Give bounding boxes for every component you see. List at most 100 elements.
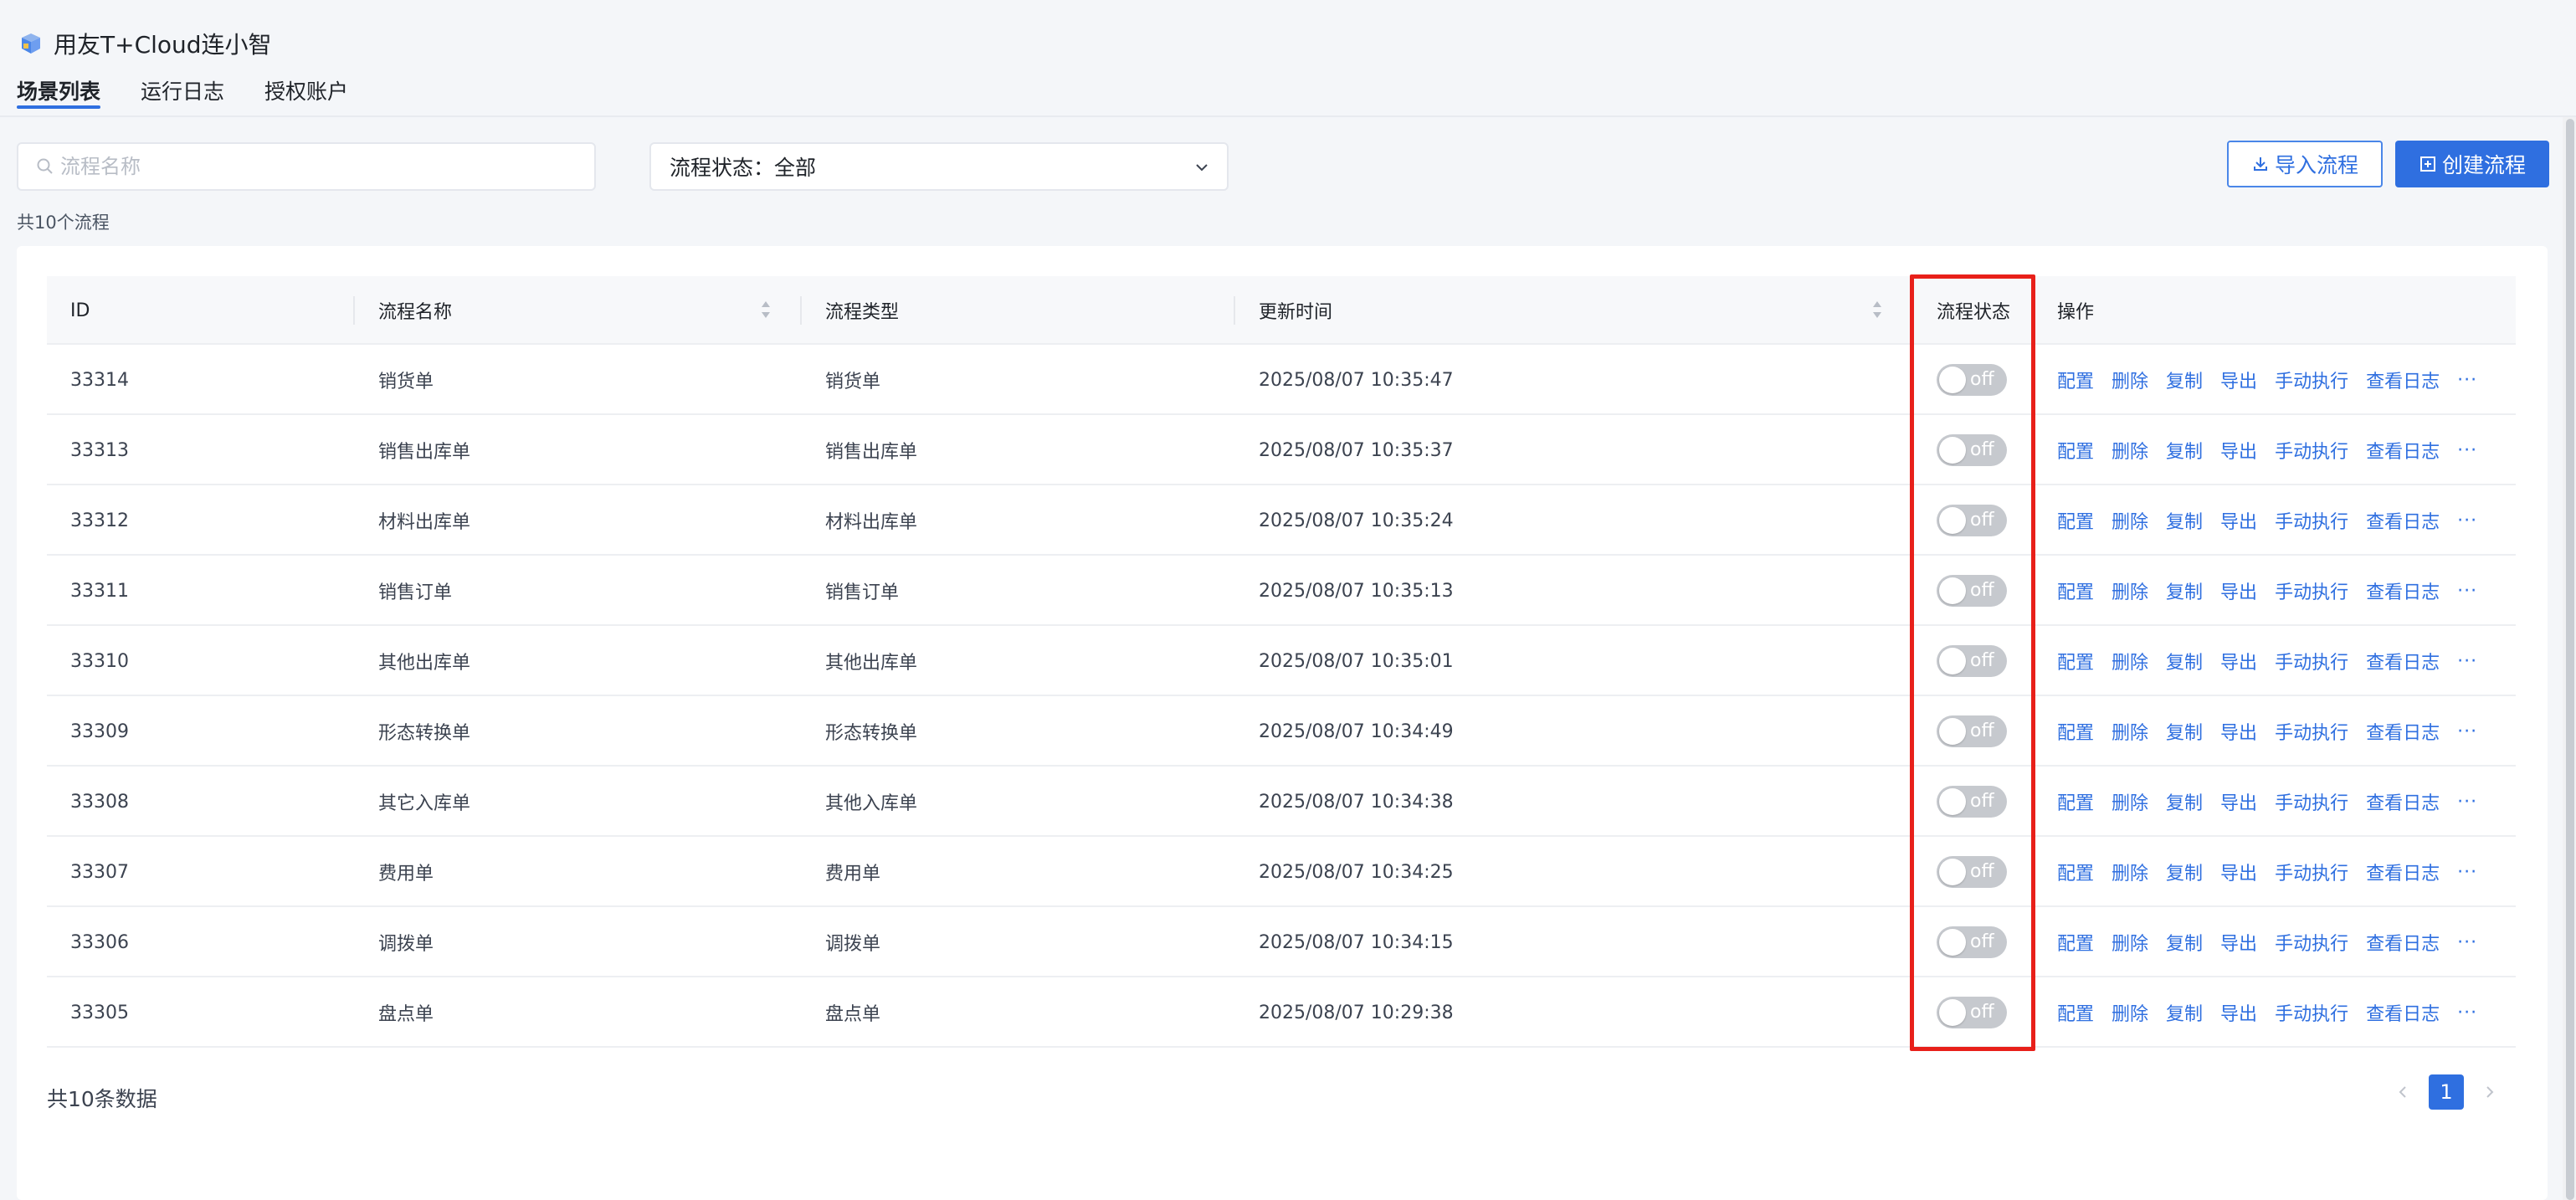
run-manually-action[interactable]: 手动执行 <box>2275 577 2348 604</box>
more-actions-button[interactable]: ··· <box>2457 1003 2477 1023</box>
config-action[interactable]: 配置 <box>2057 577 2094 604</box>
more-actions-button[interactable]: ··· <box>2457 862 2477 883</box>
more-actions-button[interactable]: ··· <box>2457 651 2477 672</box>
delete-action[interactable]: 删除 <box>2112 648 2148 674</box>
copy-action[interactable]: 复制 <box>2166 367 2203 393</box>
export-action[interactable]: 导出 <box>2220 507 2257 534</box>
row-actions: 配置 删除 复制 导出 手动执行 查看日志 ··· <box>2057 345 2495 415</box>
config-action[interactable]: 配置 <box>2057 859 2094 885</box>
copy-action[interactable]: 复制 <box>2166 648 2203 674</box>
tab-run-log[interactable]: 运行日志 <box>141 75 224 114</box>
copy-action[interactable]: 复制 <box>2166 718 2203 745</box>
delete-action[interactable]: 删除 <box>2112 367 2148 393</box>
run-manually-action[interactable]: 手动执行 <box>2275 718 2348 745</box>
export-action[interactable]: 导出 <box>2220 367 2257 393</box>
export-action[interactable]: 导出 <box>2220 859 2257 885</box>
view-log-action[interactable]: 查看日志 <box>2366 648 2440 674</box>
delete-action[interactable]: 删除 <box>2112 859 2148 885</box>
more-actions-button[interactable]: ··· <box>2457 510 2477 531</box>
delete-action[interactable]: 删除 <box>2112 577 2148 604</box>
view-log-action[interactable]: 查看日志 <box>2366 788 2440 815</box>
config-action[interactable]: 配置 <box>2057 648 2094 674</box>
view-log-action[interactable]: 查看日志 <box>2366 999 2440 1026</box>
status-toggle[interactable]: off <box>1937 434 2007 466</box>
toggle-state-label: off <box>1970 861 1994 882</box>
sort-icon[interactable] <box>1871 298 1883 321</box>
copy-action[interactable]: 复制 <box>2166 577 2203 604</box>
import-flow-button[interactable]: 导入流程 <box>2227 141 2383 187</box>
copy-action[interactable]: 复制 <box>2166 507 2203 534</box>
view-log-action[interactable]: 查看日志 <box>2366 929 2440 956</box>
page-number-button[interactable]: 1 <box>2429 1074 2464 1110</box>
cell-id: 33309 <box>70 721 129 742</box>
view-log-action[interactable]: 查看日志 <box>2366 859 2440 885</box>
delete-action[interactable]: 删除 <box>2112 999 2148 1026</box>
more-actions-button[interactable]: ··· <box>2457 440 2477 461</box>
export-action[interactable]: 导出 <box>2220 718 2257 745</box>
status-toggle[interactable]: off <box>1937 715 2007 747</box>
run-manually-action[interactable]: 手动执行 <box>2275 648 2348 674</box>
copy-action[interactable]: 复制 <box>2166 788 2203 815</box>
tab-scene-list[interactable]: 场景列表 <box>17 75 101 114</box>
export-action[interactable]: 导出 <box>2220 577 2257 604</box>
delete-action[interactable]: 删除 <box>2112 929 2148 956</box>
export-action[interactable]: 导出 <box>2220 788 2257 815</box>
create-flow-button[interactable]: 创建流程 <box>2395 141 2549 187</box>
sort-icon[interactable] <box>760 298 772 321</box>
status-toggle[interactable]: off <box>1937 505 2007 536</box>
copy-action[interactable]: 复制 <box>2166 437 2203 464</box>
view-log-action[interactable]: 查看日志 <box>2366 437 2440 464</box>
more-actions-button[interactable]: ··· <box>2457 792 2477 813</box>
run-manually-action[interactable]: 手动执行 <box>2275 788 2348 815</box>
view-log-action[interactable]: 查看日志 <box>2366 367 2440 393</box>
config-action[interactable]: 配置 <box>2057 507 2094 534</box>
delete-action[interactable]: 删除 <box>2112 718 2148 745</box>
more-actions-button[interactable]: ··· <box>2457 581 2477 602</box>
copy-action[interactable]: 复制 <box>2166 999 2203 1026</box>
more-actions-button[interactable]: ··· <box>2457 370 2477 391</box>
more-actions-button[interactable]: ··· <box>2457 721 2477 742</box>
table-row: 33309 形态转换单 形态转换单 2025/08/07 10:34:49 off 配置删… <box>47 696 2516 767</box>
config-action[interactable]: 配置 <box>2057 437 2094 464</box>
delete-action[interactable]: 删除 <box>2112 507 2148 534</box>
status-toggle[interactable]: off <box>1937 856 2007 888</box>
export-action[interactable]: 导出 <box>2220 648 2257 674</box>
status-toggle[interactable]: off <box>1937 364 2007 396</box>
search-input[interactable] <box>60 155 579 178</box>
status-toggle[interactable]: off <box>1937 786 2007 818</box>
cell-type: 材料出库单 <box>825 512 918 533</box>
row-actions: 配置 删除 复制 导出 手动执行 查看日志 ··· <box>2057 626 2495 696</box>
config-action[interactable]: 配置 <box>2057 718 2094 745</box>
prev-page-button[interactable] <box>2385 1074 2420 1110</box>
export-action[interactable]: 导出 <box>2220 999 2257 1026</box>
export-action[interactable]: 导出 <box>2220 929 2257 956</box>
config-action[interactable]: 配置 <box>2057 367 2094 393</box>
export-action[interactable]: 导出 <box>2220 437 2257 464</box>
status-filter-select[interactable]: 流程状态：全部 <box>649 142 1229 191</box>
copy-action[interactable]: 复制 <box>2166 929 2203 956</box>
view-log-action[interactable]: 查看日志 <box>2366 577 2440 604</box>
run-manually-action[interactable]: 手动执行 <box>2275 859 2348 885</box>
run-manually-action[interactable]: 手动执行 <box>2275 999 2348 1026</box>
view-log-action[interactable]: 查看日志 <box>2366 507 2440 534</box>
run-manually-action[interactable]: 手动执行 <box>2275 367 2348 393</box>
tab-auth-accounts[interactable]: 授权账户 <box>264 75 348 114</box>
delete-action[interactable]: 删除 <box>2112 788 2148 815</box>
status-toggle[interactable]: off <box>1937 645 2007 677</box>
next-page-button[interactable] <box>2472 1074 2507 1110</box>
search-box <box>17 142 596 191</box>
status-toggle[interactable]: off <box>1937 997 2007 1028</box>
config-action[interactable]: 配置 <box>2057 929 2094 956</box>
config-action[interactable]: 配置 <box>2057 788 2094 815</box>
run-manually-action[interactable]: 手动执行 <box>2275 437 2348 464</box>
config-action[interactable]: 配置 <box>2057 999 2094 1026</box>
more-actions-button[interactable]: ··· <box>2457 932 2477 953</box>
view-log-action[interactable]: 查看日志 <box>2366 718 2440 745</box>
status-toggle[interactable]: off <box>1937 575 2007 607</box>
status-toggle[interactable]: off <box>1937 926 2007 958</box>
scrollbar-thumb[interactable] <box>2566 119 2574 1200</box>
delete-action[interactable]: 删除 <box>2112 437 2148 464</box>
run-manually-action[interactable]: 手动执行 <box>2275 507 2348 534</box>
run-manually-action[interactable]: 手动执行 <box>2275 929 2348 956</box>
copy-action[interactable]: 复制 <box>2166 859 2203 885</box>
